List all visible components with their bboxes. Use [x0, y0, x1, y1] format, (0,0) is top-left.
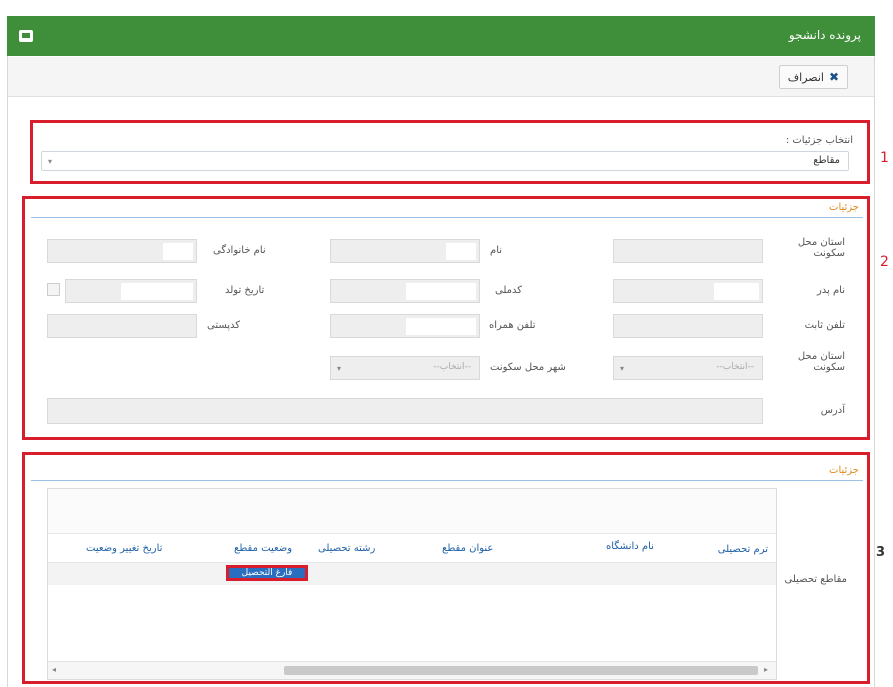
col-status-date[interactable]: تاریخ تغییر وضعیت [86, 543, 162, 554]
details-select[interactable]: مقاطع ▾ [41, 151, 849, 171]
table-row[interactable]: فارغ التحصیل [48, 563, 776, 585]
toolbar: ✖ انصراف [8, 57, 874, 97]
city-select-value: --انتخاب-- [433, 362, 471, 372]
national-code-field[interactable] [330, 279, 480, 303]
col-university[interactable]: نام دانشگاه [606, 541, 654, 552]
province2-select[interactable]: --انتخاب-- ▾ [613, 356, 763, 380]
father-name-label: نام پدر [816, 285, 845, 296]
province2-label: استان محل سکونت [797, 351, 845, 373]
education-row-label: مقاطع تحصیلی [784, 574, 848, 585]
window-title: پرونده دانشجو [788, 28, 861, 42]
marker-3: 3 [876, 545, 886, 560]
education-divider [31, 480, 863, 481]
phone-label: تلفن ثابت [804, 320, 845, 331]
status-cell[interactable]: فارغ التحصیل [226, 565, 308, 581]
grid-header: ترم تحصیلی نام دانشگاه عنوان مقطع رشته ت… [48, 533, 776, 563]
col-degree-title[interactable]: عنوان مقطع [442, 543, 493, 554]
details-header: جزئیات [829, 202, 859, 213]
close-icon: ✖ [828, 70, 839, 84]
first-name-field[interactable] [330, 239, 480, 263]
last-name-label: نام خانوادگی [213, 245, 266, 256]
chevron-down-icon: ▾ [337, 364, 342, 373]
national-code-label: کدملی [495, 285, 523, 296]
province-field[interactable] [613, 239, 763, 263]
cancel-button[interactable]: ✖ انصراف [778, 65, 848, 89]
first-name-label: نام [490, 245, 503, 256]
birth-date-label: تاریخ تولد [225, 285, 265, 296]
cancel-button-label: انصراف [787, 70, 824, 84]
marker-2: 2 [880, 254, 889, 270]
province2-select-value: --انتخاب-- [716, 362, 754, 372]
education-header: جزئیات [829, 465, 859, 476]
scroll-right-icon[interactable]: ▸ [764, 665, 768, 674]
city-label: شهر محل سکونت [490, 362, 566, 373]
details-select-value: مقاطع [813, 155, 840, 166]
birth-date-field[interactable] [65, 279, 197, 303]
personal-details-panel: جزئیات استان محل سکونت نام نام خانوادگی … [22, 196, 870, 440]
father-name-field[interactable] [613, 279, 763, 303]
postal-code-label: کدپستی [207, 320, 241, 331]
window-restore-icon[interactable] [19, 30, 33, 42]
city-select[interactable]: --انتخاب-- ▾ [330, 356, 480, 380]
phone-field[interactable] [613, 314, 763, 338]
scrollbar-thumb[interactable] [284, 666, 758, 675]
details-selector-panel: انتخاب جزئیات : مقاطع ▾ [30, 120, 870, 184]
col-field[interactable]: رشته تحصیلی [318, 543, 375, 554]
grid-toolbar [48, 489, 776, 533]
horizontal-scrollbar[interactable]: ◂ ▸ [48, 661, 776, 679]
mobile-label: تلفن همراه [489, 320, 536, 331]
province-label: استان محل سکونت [797, 237, 845, 259]
address-label: آدرس [820, 405, 845, 416]
calendar-icon[interactable] [47, 283, 60, 296]
education-panel: جزئیات مقاطع تحصیلی ترم تحصیلی نام دانشگ… [22, 452, 870, 684]
details-select-label: انتخاب جزئیات : [785, 135, 853, 146]
col-term[interactable]: ترم تحصیلی [718, 544, 768, 555]
chevron-down-icon: ▾ [620, 364, 625, 373]
scroll-left-icon[interactable]: ◂ [52, 665, 56, 674]
window-titlebar: پرونده دانشجو [7, 16, 875, 56]
education-grid: ترم تحصیلی نام دانشگاه عنوان مقطع رشته ت… [47, 488, 777, 680]
postal-code-field[interactable] [47, 314, 197, 338]
last-name-field[interactable] [47, 239, 197, 263]
header-divider [31, 217, 863, 218]
marker-1: 1 [880, 150, 889, 166]
mobile-field[interactable] [330, 314, 480, 338]
chevron-down-icon: ▾ [48, 157, 53, 166]
address-field[interactable] [47, 398, 763, 424]
col-status[interactable]: وضعیت مقطع [234, 543, 292, 554]
